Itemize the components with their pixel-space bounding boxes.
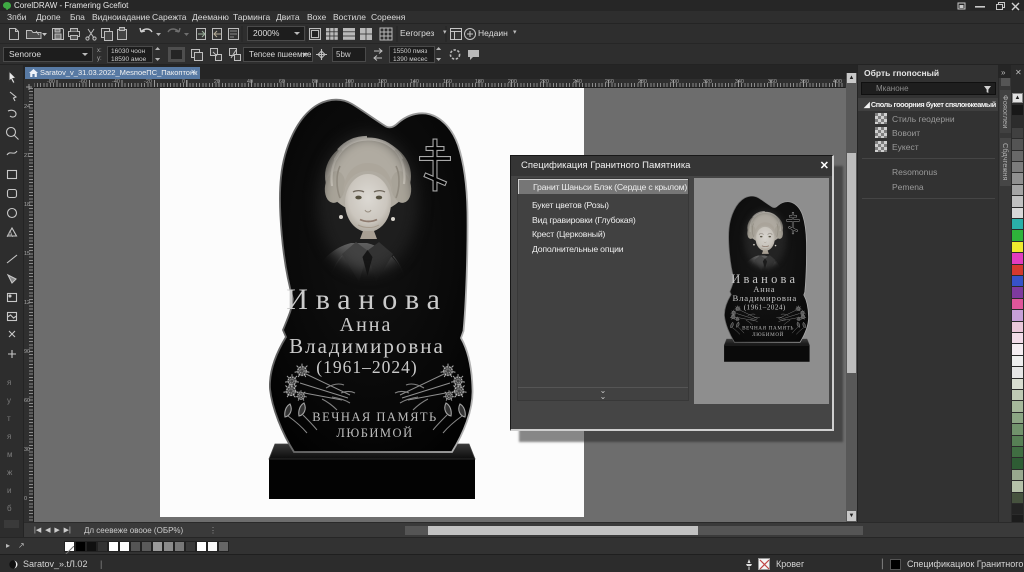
svg-text:я: я <box>7 378 11 387</box>
svg-text:Иванова: Иванова <box>286 283 448 316</box>
svg-text:у: у <box>7 396 11 405</box>
svg-text:Владимировна: Владимировна <box>289 334 445 358</box>
svg-text:x:: x: <box>97 48 102 54</box>
svg-text:ЛЮБИМОЙ: ЛЮБИМОЙ <box>336 426 413 440</box>
svg-text:ж: ж <box>7 468 13 477</box>
svg-text:т: т <box>7 414 11 423</box>
svg-text:б: б <box>7 504 12 513</box>
svg-text:(1961–2024): (1961–2024) <box>316 357 417 377</box>
svg-text:и: и <box>7 486 11 495</box>
svg-text:A: A <box>7 229 13 239</box>
svg-text:м: м <box>7 450 13 459</box>
svg-text:я: я <box>7 432 11 441</box>
svg-text:Анна: Анна <box>340 314 393 336</box>
svg-text:y:: y: <box>97 56 102 62</box>
svg-text:ВЕЧНАЯ ПАМЯТЬ: ВЕЧНАЯ ПАМЯТЬ <box>312 410 437 424</box>
